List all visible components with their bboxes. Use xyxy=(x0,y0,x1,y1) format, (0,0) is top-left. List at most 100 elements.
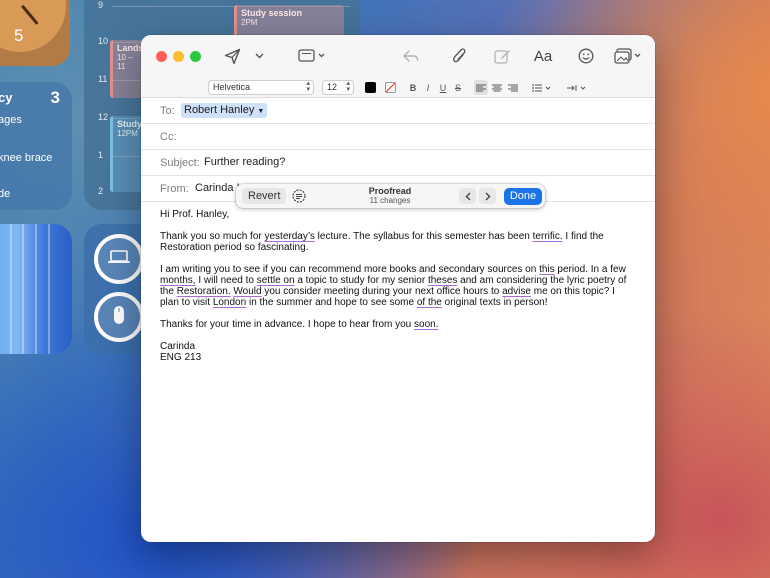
body-paragraph: I am writing you to see if you can recom… xyxy=(160,264,635,308)
format-icon[interactable]: Aa xyxy=(532,45,554,67)
cc-row[interactable]: Cc: xyxy=(141,124,655,150)
mail-compose-window[interactable]: Aa Helvetica ▴ ▾ 12 ▴ ▾ B I U S To: Robe… xyxy=(141,35,655,542)
indent-icon[interactable] xyxy=(566,80,588,95)
next-change-button[interactable] xyxy=(479,188,496,204)
event-time: 2PM xyxy=(241,18,258,27)
done-button[interactable]: Done xyxy=(504,188,542,205)
body-paragraph: Thank you so much for yesterday’s lectur… xyxy=(160,231,635,253)
chevron-right-icon xyxy=(485,192,490,200)
proofread-bar: Revert Proofread 11 changes Done xyxy=(236,184,545,208)
photo-browser-icon[interactable] xyxy=(613,45,643,67)
greeting: Hi Prof. Hanley, xyxy=(160,209,230,220)
chevron-down-icon: ▼ xyxy=(257,108,265,115)
event-title: Study xyxy=(117,119,143,129)
signature-name: Carinda xyxy=(160,341,196,352)
recipient-token[interactable]: Robert Hanley ▼ xyxy=(181,103,268,118)
body-paragraph: Thanks for your time in advance. I hope … xyxy=(160,319,635,330)
reminders-title: cy xyxy=(0,90,13,105)
emoji-icon[interactable] xyxy=(575,45,597,67)
reminder-item[interactable]: ages xyxy=(0,114,22,126)
body-text: I will need to xyxy=(195,275,257,286)
cc-label: Cc: xyxy=(160,131,177,143)
to-row[interactable]: To: Robert Hanley ▼ xyxy=(141,98,655,124)
photo-detail xyxy=(10,224,12,354)
list-format-icon[interactable] xyxy=(531,80,553,95)
proofread-correction[interactable]: terrific. xyxy=(533,231,563,242)
battery-ring xyxy=(94,292,144,342)
italic-button[interactable]: I xyxy=(422,80,434,95)
reply-icon[interactable] xyxy=(399,45,421,67)
subject-field[interactable]: Further reading? xyxy=(204,156,285,168)
align-right-icon[interactable] xyxy=(506,80,520,95)
proofread-correction[interactable]: advise xyxy=(502,286,531,297)
bold-button[interactable]: B xyxy=(407,80,419,95)
from-label: From: xyxy=(160,183,189,195)
calendar-hour: 10 xyxy=(98,36,109,46)
proofread-correction[interactable]: months, xyxy=(160,275,196,286)
send-icon[interactable] xyxy=(221,45,243,67)
event-time: 12PM xyxy=(117,129,138,138)
proofread-correction[interactable]: London xyxy=(213,297,246,308)
calendar-hour: 1 xyxy=(98,150,104,160)
text-color-swatch[interactable] xyxy=(365,82,376,93)
message-body[interactable]: Hi Prof. Hanley, Thank you so much for y… xyxy=(160,209,635,363)
proofread-correction[interactable]: of the xyxy=(417,297,442,308)
clock-face: 6 5 xyxy=(0,0,66,52)
stepper-icon: ▴ ▾ xyxy=(306,80,310,93)
body-text: a topic to study for my senior xyxy=(294,275,428,286)
proofread-correction[interactable]: Would xyxy=(233,286,261,297)
chevron-down-icon[interactable] xyxy=(253,45,265,67)
reminder-item[interactable]: de xyxy=(0,188,10,200)
body-text: Thank you so much for xyxy=(160,231,265,242)
mouse-icon xyxy=(112,305,126,330)
reminders-count: 3 xyxy=(50,88,60,107)
proofread-correction[interactable]: theses xyxy=(428,275,457,286)
chevron-left-icon xyxy=(465,192,470,200)
strikethrough-button[interactable]: S xyxy=(452,80,464,95)
body-text: I am writing you to see if you can recom… xyxy=(160,264,540,275)
event-title: Landsc xyxy=(117,43,149,53)
battery-ring xyxy=(94,234,144,284)
font-size-select[interactable]: 12 ▴ ▾ xyxy=(322,80,354,95)
proofread-correction[interactable]: yesterday’s xyxy=(265,231,315,242)
laptop-icon xyxy=(107,249,131,270)
calendar-hour: 12 xyxy=(98,112,109,122)
align-left-icon[interactable] xyxy=(474,80,488,95)
reminders-widget[interactable]: cy 3 ages knee brace de xyxy=(0,82,72,210)
highlight-color-swatch[interactable] xyxy=(385,82,396,93)
subject-row[interactable]: Subject: Further reading? xyxy=(141,150,655,176)
clock-widget[interactable]: 6 5 xyxy=(0,0,70,66)
markup-icon[interactable] xyxy=(491,45,513,67)
body-text: lecture. The syllabus for this semester … xyxy=(314,231,533,242)
stepper-icon: ▴ ▾ xyxy=(346,80,350,93)
align-center-icon[interactable] xyxy=(490,80,504,95)
toolbar: Aa xyxy=(141,35,655,77)
calendar-event[interactable]: Study session 2PM xyxy=(234,5,344,39)
header-fields-icon[interactable] xyxy=(296,45,328,67)
font-family-select[interactable]: Helvetica ▴ ▾ xyxy=(208,80,314,95)
reminder-item[interactable]: knee brace xyxy=(0,152,52,164)
minimize-window-button[interactable] xyxy=(173,51,184,62)
photo-widget[interactable] xyxy=(0,224,72,354)
font-size-value: 12 xyxy=(327,82,338,92)
proofread-correction[interactable]: soon. xyxy=(414,319,438,330)
format-bar: Helvetica ▴ ▾ 12 ▴ ▾ B I U S xyxy=(141,77,655,98)
event-time: 10 – 11 xyxy=(117,53,133,71)
revert-button[interactable]: Revert xyxy=(242,188,287,204)
proofread-correction[interactable]: this xyxy=(539,264,555,275)
to-label: To: xyxy=(160,105,175,117)
clock-hand xyxy=(20,4,39,25)
close-window-button[interactable] xyxy=(156,51,167,62)
body-text: original texts in person! xyxy=(441,297,548,308)
proofread-correction[interactable]: Restoration. xyxy=(177,286,231,297)
underline-button[interactable]: U xyxy=(437,80,449,95)
from-field[interactable]: Carinda I xyxy=(195,182,240,194)
calendar-hour: 11 xyxy=(98,74,108,84)
attach-icon[interactable] xyxy=(448,45,470,67)
previous-change-button[interactable] xyxy=(459,188,476,204)
event-title: Study session xyxy=(241,8,303,18)
zoom-window-button[interactable] xyxy=(190,51,201,62)
proofread-correction[interactable]: settle on xyxy=(257,275,295,286)
recipient-name: Robert Hanley xyxy=(184,104,255,116)
proofread-mode-icon[interactable] xyxy=(291,188,307,209)
